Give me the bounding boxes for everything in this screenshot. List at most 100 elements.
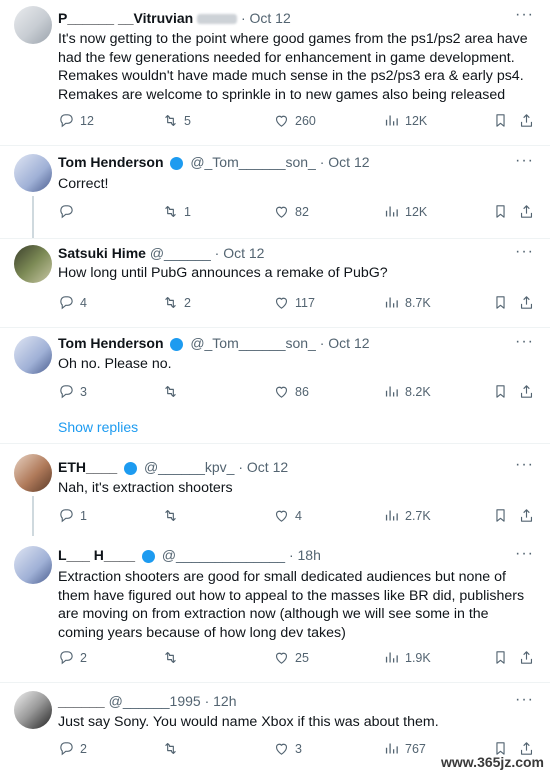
- reply-button[interactable]: 4: [58, 294, 87, 311]
- views-button[interactable]: 767: [383, 740, 426, 757]
- watermark: www.365jz.com: [441, 754, 544, 770]
- more-options-icon[interactable]: ···: [515, 456, 534, 474]
- reply-button[interactable]: 2: [58, 649, 87, 666]
- share-button[interactable]: [518, 203, 535, 220]
- timestamp[interactable]: · Oct 12: [238, 459, 288, 475]
- tweet-1[interactable]: P______ __Vitruvian · Oct 12 ··· It's no…: [0, 0, 550, 145]
- more-options-icon[interactable]: ···: [515, 691, 534, 709]
- tweet-header: Tom Henderson @_Tom______son_ · Oct 12: [58, 335, 370, 351]
- more-options-icon[interactable]: ···: [515, 333, 534, 351]
- handle[interactable]: @______________: [162, 547, 285, 563]
- views-count: 767: [405, 741, 426, 756]
- share-button[interactable]: [518, 649, 535, 666]
- handle[interactable]: @_Tom______son_: [190, 154, 316, 170]
- display-name[interactable]: ETH____: [58, 459, 117, 475]
- repost-icon: [165, 742, 176, 755]
- bookmark-button[interactable]: [492, 649, 509, 666]
- handle[interactable]: @______kpv_: [144, 459, 235, 475]
- avatar[interactable]: [14, 691, 52, 729]
- display-name[interactable]: ______: [58, 693, 105, 709]
- more-options-icon[interactable]: ···: [515, 243, 534, 261]
- repost-button[interactable]: 1: [162, 203, 191, 220]
- heart-icon: [275, 386, 288, 398]
- tweet-3[interactable]: Satsuki Hime @______ · Oct 12 ··· How lo…: [0, 239, 550, 327]
- repost-icon: [165, 296, 176, 309]
- reply-icon: [60, 205, 73, 219]
- tweet-actions: 2 25 1.9K: [58, 649, 538, 669]
- timestamp[interactable]: · 18h: [289, 547, 321, 563]
- share-button[interactable]: [518, 112, 535, 129]
- tweet-text: Nah, it's extraction shooters: [58, 480, 233, 496]
- views-count: 1.9K: [405, 650, 431, 665]
- handle[interactable]: @______: [150, 245, 211, 261]
- views-button[interactable]: 12K: [383, 112, 427, 129]
- verified-badge-icon: [141, 549, 155, 563]
- handle[interactable]: @_Tom______son_: [190, 335, 316, 351]
- views-button[interactable]: 2.7K: [383, 507, 431, 524]
- avatar[interactable]: [14, 154, 52, 192]
- avatar[interactable]: [14, 245, 52, 283]
- timestamp[interactable]: · 12h: [205, 693, 237, 709]
- repost-button[interactable]: 5: [162, 112, 191, 129]
- like-button[interactable]: 3: [273, 740, 302, 757]
- views-button[interactable]: 1.9K: [383, 649, 431, 666]
- display-name[interactable]: Tom Henderson: [58, 335, 164, 351]
- reply-button[interactable]: 1: [58, 507, 87, 524]
- repost-button[interactable]: 2: [162, 294, 191, 311]
- like-button[interactable]: 117: [273, 294, 315, 311]
- views-count: 12K: [405, 204, 428, 219]
- share-button[interactable]: [518, 507, 535, 524]
- bookmark-button[interactable]: [492, 383, 509, 400]
- share-button[interactable]: [518, 294, 535, 311]
- like-button[interactable]: 82: [273, 203, 309, 220]
- like-button[interactable]: 260: [273, 112, 316, 129]
- avatar[interactable]: [14, 336, 52, 374]
- bookmark-button[interactable]: [492, 507, 509, 524]
- bookmark-icon: [496, 385, 505, 398]
- repost-button[interactable]: [162, 740, 184, 757]
- display-name[interactable]: P______ __Vitruvian: [58, 10, 193, 26]
- avatar[interactable]: [14, 454, 52, 492]
- tweet-6[interactable]: L___ H____ @______________ · 18h ··· Ext…: [0, 536, 550, 682]
- views-button[interactable]: 8.2K: [383, 383, 431, 400]
- timestamp[interactable]: · Oct 12: [320, 154, 370, 170]
- views-icon: [385, 510, 398, 521]
- repost-button[interactable]: [162, 507, 184, 524]
- display-name[interactable]: L___ H____: [58, 547, 135, 563]
- like-button[interactable]: 25: [273, 649, 309, 666]
- timestamp[interactable]: · Oct 12: [320, 335, 370, 351]
- avatar[interactable]: [14, 6, 52, 44]
- tweet-2[interactable]: Tom Henderson @_Tom______son_ · Oct 12 ·…: [0, 146, 550, 238]
- share-button[interactable]: [518, 383, 535, 400]
- repost-button[interactable]: [162, 383, 184, 400]
- views-button[interactable]: 8.7K: [383, 294, 431, 311]
- timestamp[interactable]: · Oct 12: [241, 10, 291, 26]
- more-options-icon[interactable]: ···: [515, 152, 534, 170]
- tweet-5[interactable]: ETH____ @______kpv_ · Oct 12 ··· Nah, it…: [0, 444, 550, 536]
- like-button[interactable]: 4: [273, 507, 302, 524]
- views-button[interactable]: 12K: [383, 203, 427, 220]
- avatar[interactable]: [14, 546, 52, 584]
- display-name[interactable]: Tom Henderson: [58, 154, 164, 170]
- reply-button[interactable]: 2: [58, 740, 87, 757]
- bookmark-button[interactable]: [492, 203, 509, 220]
- share-icon: [520, 509, 533, 522]
- like-count: 25: [295, 650, 309, 665]
- display-name[interactable]: Satsuki Hime: [58, 245, 146, 261]
- more-options-icon[interactable]: ···: [515, 6, 534, 24]
- reply-button[interactable]: 12: [58, 112, 94, 129]
- repost-count: 1: [184, 204, 191, 219]
- like-button[interactable]: 86: [273, 383, 309, 400]
- repost-button[interactable]: [162, 649, 184, 666]
- reply-button[interactable]: [58, 203, 80, 220]
- bookmark-button[interactable]: [492, 112, 509, 129]
- heart-icon: [275, 743, 288, 755]
- reply-button[interactable]: 3: [58, 383, 87, 400]
- bookmark-button[interactable]: [492, 294, 509, 311]
- tweet-4[interactable]: Tom Henderson @_Tom______son_ · Oct 12 ·…: [0, 328, 550, 443]
- timestamp[interactable]: · Oct 12: [215, 245, 265, 261]
- share-icon: [520, 296, 533, 309]
- handle[interactable]: @______1995: [109, 693, 201, 709]
- show-replies-link[interactable]: Show replies: [58, 419, 138, 435]
- more-options-icon[interactable]: ···: [515, 545, 534, 563]
